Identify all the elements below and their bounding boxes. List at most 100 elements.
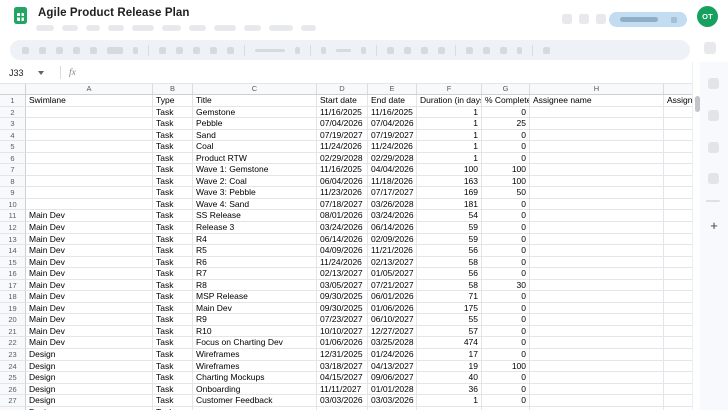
cell-B10[interactable]: Task bbox=[153, 199, 193, 211]
cell-F12[interactable]: 59 bbox=[417, 222, 482, 234]
cell-G27[interactable]: 0 bbox=[482, 395, 530, 407]
cell-G20[interactable]: 0 bbox=[482, 314, 530, 326]
cell-C20[interactable]: R9 bbox=[193, 314, 317, 326]
cell-D22[interactable]: 01/06/2026 bbox=[317, 337, 368, 349]
cell-D12[interactable]: 03/24/2026 bbox=[317, 222, 368, 234]
cell-A9[interactable] bbox=[26, 187, 153, 199]
cell-F25[interactable]: 40 bbox=[417, 372, 482, 384]
cell-G15[interactable]: 0 bbox=[482, 257, 530, 269]
cell-H5[interactable] bbox=[530, 141, 664, 153]
cell-E3[interactable]: 07/04/2026 bbox=[368, 118, 417, 130]
column-header-G[interactable]: G bbox=[482, 84, 530, 94]
cell-F23[interactable]: 17 bbox=[417, 349, 482, 361]
cell-B9[interactable]: Task bbox=[153, 187, 193, 199]
cell-B3[interactable]: Task bbox=[153, 118, 193, 130]
cell-E11[interactable]: 03/24/2026 bbox=[368, 210, 417, 222]
cell-I2[interactable] bbox=[664, 107, 692, 119]
cell-B15[interactable]: Task bbox=[153, 257, 193, 269]
cell-B6[interactable]: Task bbox=[153, 153, 193, 165]
cell-A5[interactable] bbox=[26, 141, 153, 153]
cell-I12[interactable] bbox=[664, 222, 692, 234]
cell-G6[interactable]: 0 bbox=[482, 153, 530, 165]
cell-B26[interactable]: Task bbox=[153, 384, 193, 396]
cell-F18[interactable]: 71 bbox=[417, 291, 482, 303]
row-header-5[interactable]: 5 bbox=[0, 141, 26, 153]
cell-G5[interactable]: 0 bbox=[482, 141, 530, 153]
cell-H22[interactable] bbox=[530, 337, 664, 349]
row-header-2[interactable]: 2 bbox=[0, 107, 26, 119]
cell-A4[interactable] bbox=[26, 130, 153, 142]
cell-B16[interactable]: Task bbox=[153, 268, 193, 280]
cell-F16[interactable]: 56 bbox=[417, 268, 482, 280]
cell-D24[interactable]: 03/18/2027 bbox=[317, 361, 368, 373]
cell-A21[interactable]: Main Dev bbox=[26, 326, 153, 338]
row-header-10[interactable]: 10 bbox=[0, 199, 26, 211]
cell-H14[interactable] bbox=[530, 245, 664, 257]
row-header-11[interactable]: 11 bbox=[0, 210, 26, 222]
cell-F15[interactable]: 58 bbox=[417, 257, 482, 269]
cell-A19[interactable]: Main Dev bbox=[26, 303, 153, 315]
cell-C13[interactable]: R4 bbox=[193, 234, 317, 246]
cell-H16[interactable] bbox=[530, 268, 664, 280]
cell-C11[interactable]: SS Release bbox=[193, 210, 317, 222]
cell-C23[interactable]: Wireframes bbox=[193, 349, 317, 361]
column-header-H[interactable]: H bbox=[530, 84, 664, 94]
cell-H24[interactable] bbox=[530, 361, 664, 373]
cell-C2[interactable]: Gemstone bbox=[193, 107, 317, 119]
cell-H19[interactable] bbox=[530, 303, 664, 315]
cell-E15[interactable]: 02/13/2027 bbox=[368, 257, 417, 269]
cell-B8[interactable]: Task bbox=[153, 176, 193, 188]
cell-F5[interactable]: 1 bbox=[417, 141, 482, 153]
cell-G23[interactable]: 0 bbox=[482, 349, 530, 361]
cell-D27[interactable]: 03/03/2026 bbox=[317, 395, 368, 407]
cell-A27[interactable]: Design bbox=[26, 395, 153, 407]
cell-H11[interactable] bbox=[530, 210, 664, 222]
row-header-16[interactable]: 16 bbox=[0, 268, 26, 280]
cell-G13[interactable]: 0 bbox=[482, 234, 530, 246]
cell-H6[interactable] bbox=[530, 153, 664, 165]
cell-D11[interactable]: 08/01/2026 bbox=[317, 210, 368, 222]
cell-H17[interactable] bbox=[530, 280, 664, 292]
row-header-7[interactable]: 7 bbox=[0, 164, 26, 176]
cell-C5[interactable]: Coal bbox=[193, 141, 317, 153]
cell-E5[interactable]: 11/24/2026 bbox=[368, 141, 417, 153]
cell-C6[interactable]: Product RTW bbox=[193, 153, 317, 165]
cell-I6[interactable] bbox=[664, 153, 692, 165]
cell-G11[interactable]: 0 bbox=[482, 210, 530, 222]
cell-E1[interactable]: End date bbox=[368, 95, 417, 107]
cell-I5[interactable] bbox=[664, 141, 692, 153]
cell-G10[interactable]: 0 bbox=[482, 199, 530, 211]
cell-I25[interactable] bbox=[664, 372, 692, 384]
cell-F26[interactable]: 36 bbox=[417, 384, 482, 396]
cell-G7[interactable]: 100 bbox=[482, 164, 530, 176]
row-header-21[interactable]: 21 bbox=[0, 326, 26, 338]
row-header-13[interactable]: 13 bbox=[0, 234, 26, 246]
row-header-3[interactable]: 3 bbox=[0, 118, 26, 130]
cell-E23[interactable]: 01/24/2026 bbox=[368, 349, 417, 361]
cell-B22[interactable]: Task bbox=[153, 337, 193, 349]
cell-H13[interactable] bbox=[530, 234, 664, 246]
cell-I16[interactable] bbox=[664, 268, 692, 280]
cell-I23[interactable] bbox=[664, 349, 692, 361]
cell-C3[interactable]: Pebble bbox=[193, 118, 317, 130]
cell-D15[interactable]: 11/24/2026 bbox=[317, 257, 368, 269]
cell-B11[interactable]: Task bbox=[153, 210, 193, 222]
add-addon-plus-icon[interactable]: + bbox=[705, 219, 723, 233]
cell-G21[interactable]: 0 bbox=[482, 326, 530, 338]
cell-G2[interactable]: 0 bbox=[482, 107, 530, 119]
cell-E18[interactable]: 06/01/2026 bbox=[368, 291, 417, 303]
cell-G8[interactable]: 100 bbox=[482, 176, 530, 188]
cell-A12[interactable]: Main Dev bbox=[26, 222, 153, 234]
share-button[interactable] bbox=[609, 12, 687, 27]
row-header-23[interactable]: 23 bbox=[0, 349, 26, 361]
cell-F19[interactable]: 175 bbox=[417, 303, 482, 315]
cell-I24[interactable] bbox=[664, 361, 692, 373]
cell-F17[interactable]: 58 bbox=[417, 280, 482, 292]
cell-E9[interactable]: 07/17/2027 bbox=[368, 187, 417, 199]
cell-F21[interactable]: 57 bbox=[417, 326, 482, 338]
cell-C25[interactable]: Charting Mockups bbox=[193, 372, 317, 384]
cell-A2[interactable] bbox=[26, 107, 153, 119]
cell-I11[interactable] bbox=[664, 210, 692, 222]
cell-D21[interactable]: 10/10/2027 bbox=[317, 326, 368, 338]
cell-B24[interactable]: Task bbox=[153, 361, 193, 373]
